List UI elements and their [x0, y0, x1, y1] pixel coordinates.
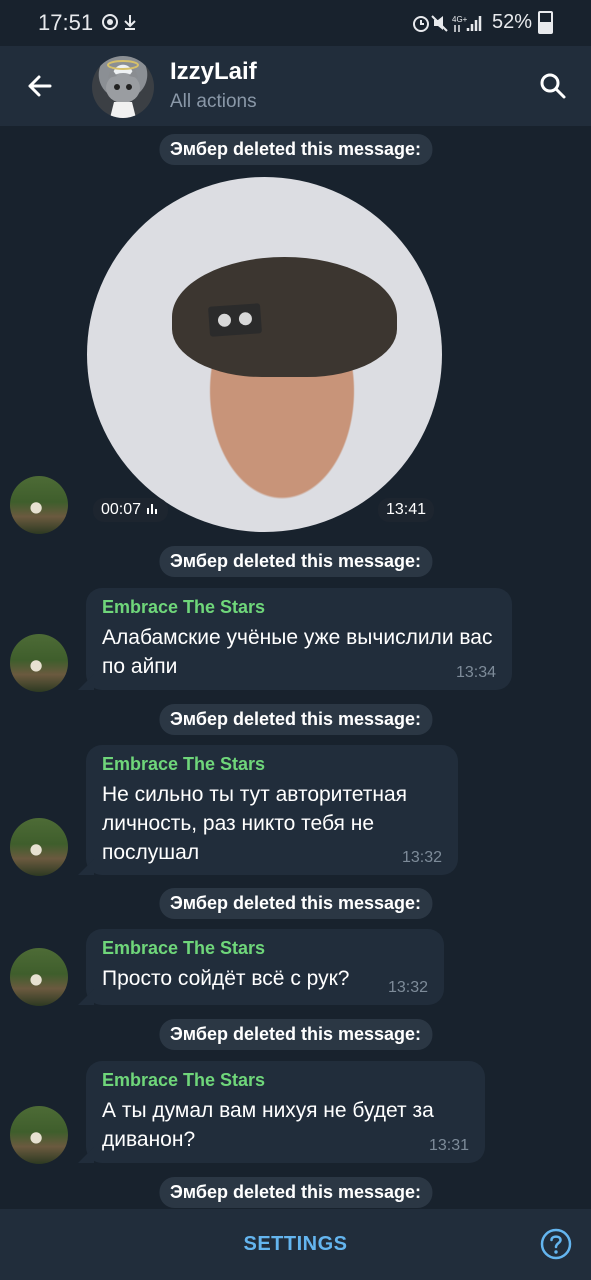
video-time: 13:41	[378, 498, 435, 522]
battery-icon	[538, 11, 553, 34]
question-icon	[540, 1228, 572, 1260]
sender-avatar[interactable]	[10, 634, 68, 692]
back-button[interactable]	[20, 66, 60, 106]
video-frame-object	[208, 303, 262, 337]
chat-title[interactable]: IzzyLaif	[170, 58, 257, 86]
service-message: Эмбер deleted this message:	[158, 888, 433, 919]
service-message: Эмбер deleted this message:	[158, 1019, 433, 1050]
message-text: А ты думал вам нихуя не будет за диванон…	[102, 1099, 434, 1151]
message-author[interactable]: Embrace The Stars	[102, 597, 496, 618]
app-bar: IzzyLaif All actions	[0, 46, 591, 126]
message-author[interactable]: Embrace The Stars	[102, 938, 428, 959]
message-time: 13:32	[387, 979, 428, 996]
audio-wave-icon	[146, 504, 157, 514]
service-message: Эмбер deleted this message:	[158, 1177, 433, 1208]
message-text: Не сильно ты тут авторитетная личность, …	[102, 783, 408, 864]
chat-subtitle: All actions	[170, 91, 257, 112]
notification-icons	[102, 12, 142, 37]
battery-percent: 52%	[491, 11, 532, 33]
bottom-bar: SETTINGS	[0, 1209, 591, 1280]
sender-avatar[interactable]	[10, 818, 68, 876]
message-author[interactable]: Embrace The Stars	[102, 1070, 469, 1091]
message-author[interactable]: Embrace The Stars	[102, 754, 442, 775]
round-video-message[interactable]	[87, 177, 442, 532]
search-button[interactable]	[533, 66, 573, 106]
message-time: 13:32	[401, 849, 442, 866]
search-icon	[540, 73, 566, 99]
video-frame-hair	[172, 257, 397, 377]
status-time: 17:51	[38, 10, 94, 35]
sender-avatar[interactable]	[10, 476, 68, 534]
service-message: Эмбер deleted this message:	[158, 704, 433, 735]
help-button[interactable]	[539, 1227, 573, 1261]
status-icons: 4G+	[412, 15, 482, 32]
chat-notification-icon	[102, 14, 136, 30]
message-bubble[interactable]: Embrace The Stars Алабамские учёные уже …	[86, 588, 512, 690]
arrow-left-icon	[28, 75, 52, 97]
status-right: 4G+ 52%	[412, 11, 553, 34]
cat-avatar-icon	[106, 60, 140, 118]
message-time: 13:31	[428, 1137, 469, 1154]
message-text: Просто сойдёт всё с рук?	[102, 967, 350, 990]
message-text: Алабамские учёные уже вычислили вас по а…	[102, 626, 493, 678]
message-bubble[interactable]: Embrace The Stars А ты думал вам нихуя н…	[86, 1061, 485, 1163]
message-time: 13:34	[455, 664, 496, 681]
service-message: Эмбер deleted this message:	[158, 134, 433, 165]
network-type: 4G+	[452, 15, 468, 24]
sender-avatar[interactable]	[10, 1106, 68, 1164]
video-duration: 00:07	[101, 501, 142, 518]
sender-avatar[interactable]	[10, 948, 68, 1006]
video-duration-badge: 00:07	[93, 498, 168, 522]
status-bar: 17:51 4G+ 52%	[0, 0, 591, 46]
chat-avatar[interactable]	[92, 56, 154, 118]
settings-button[interactable]: SETTINGS	[243, 1233, 347, 1256]
message-bubble[interactable]: Embrace The Stars Просто сойдёт всё с ру…	[86, 929, 444, 1005]
service-message: Эмбер deleted this message:	[158, 546, 433, 577]
message-bubble[interactable]: Embrace The Stars Не сильно ты тут автор…	[86, 745, 458, 875]
